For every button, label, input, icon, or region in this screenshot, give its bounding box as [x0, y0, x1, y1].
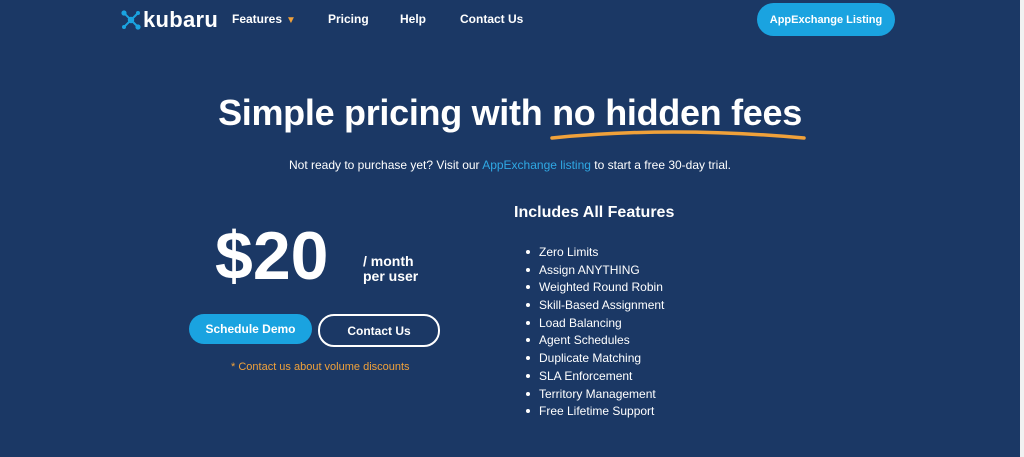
headline-accent: no hidden fees — [550, 92, 806, 140]
appexchange-link[interactable]: AppExchange listing — [482, 158, 591, 172]
feature-item: Assign ANYTHING — [525, 262, 664, 280]
feature-item: Agent Schedules — [525, 332, 664, 350]
headline-plain: Simple pricing with — [218, 92, 553, 133]
features-list: Zero Limits Assign ANYTHING Weighted Rou… — [525, 244, 664, 421]
nav-features-label: Features — [232, 12, 283, 26]
price-amount: $20 — [215, 218, 329, 294]
feature-item: Load Balancing — [525, 315, 664, 333]
feature-item: Duplicate Matching — [525, 350, 664, 368]
nav-contact-us[interactable]: Contact Us — [460, 12, 523, 26]
appexchange-listing-button[interactable]: AppExchange Listing — [757, 3, 895, 36]
feature-item: Territory Management — [525, 386, 664, 404]
page-scrollbar[interactable] — [1020, 0, 1024, 457]
nav-features[interactable]: Features ▼ — [232, 12, 296, 26]
feature-item: SLA Enforcement — [525, 368, 664, 386]
schedule-demo-button[interactable]: Schedule Demo — [189, 314, 312, 344]
nav-pricing[interactable]: Pricing — [328, 12, 369, 26]
pricing-page: kubaru Features ▼ Pricing Help Contact Us… — [0, 0, 1020, 457]
feature-item: Zero Limits — [525, 244, 664, 262]
feature-item: Free Lifetime Support — [525, 403, 664, 421]
feature-item: Skill-Based Assignment — [525, 297, 664, 315]
chevron-down-icon: ▼ — [286, 15, 296, 26]
features-title: Includes All Features — [514, 204, 675, 221]
nav-help[interactable]: Help — [400, 12, 426, 26]
hero-subtext: Not ready to purchase yet? Visit our App… — [288, 158, 732, 172]
logo-network-icon — [121, 10, 141, 30]
logo-text: kubaru — [143, 7, 219, 32]
volume-discount-note: * Contact us about volume discounts — [231, 361, 410, 373]
price-unit-month: / month — [363, 253, 414, 269]
price-unit: / month per user — [363, 254, 418, 284]
feature-item: Weighted Round Robin — [525, 279, 664, 297]
page-title: Simple pricing with no hidden fees — [0, 92, 1020, 140]
kubaru-logo[interactable]: kubaru — [120, 7, 218, 33]
price-unit-user: per user — [363, 268, 419, 284]
headline-underline — [550, 130, 806, 140]
contact-us-button[interactable]: Contact Us — [318, 314, 440, 347]
